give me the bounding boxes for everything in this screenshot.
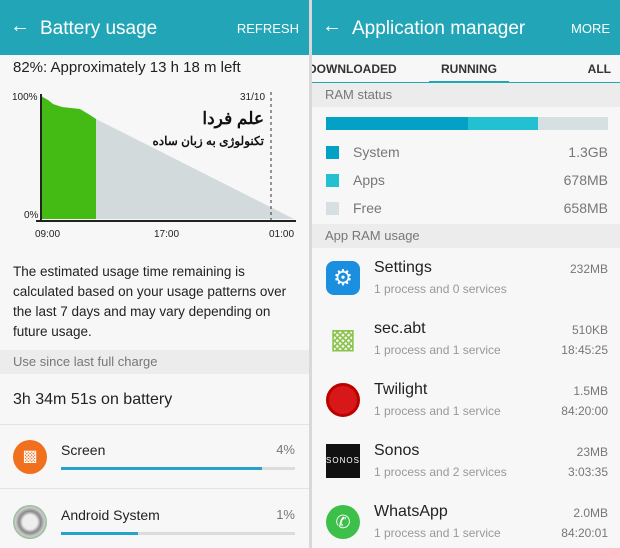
- tab-bar: DOWNLOADED RUNNING ALL: [312, 55, 620, 83]
- used-area: [41, 96, 96, 219]
- whatsapp-phone-icon: ✆: [326, 505, 360, 539]
- app-processes: 1 process and 1 service: [374, 404, 501, 418]
- app-uptime: 84:20:00: [561, 404, 608, 418]
- tab-running[interactable]: RUNNING: [429, 62, 509, 83]
- app-uptime: 84:20:01: [561, 526, 608, 540]
- ram-bar: [326, 117, 608, 130]
- page-title: Battery usage: [40, 18, 158, 39]
- item-percent: 4%: [276, 442, 295, 457]
- usage-bar: [61, 532, 295, 535]
- y-top-label: 100%: [12, 92, 38, 103]
- refresh-button[interactable]: REFRESH: [237, 21, 299, 36]
- app-row-twilight[interactable]: Twilight 1 process and 1 service 1.5MB 8…: [312, 371, 620, 432]
- x-tick: 01:00: [269, 229, 294, 240]
- app-size: 510KB: [571, 323, 608, 337]
- x-tick: 09:00: [35, 229, 60, 240]
- ram-legend-apps: Apps 678MB: [326, 170, 608, 192]
- battery-status: 82%: Approximately 13 h 18 m left: [13, 59, 241, 76]
- date-marker: 31/10: [240, 92, 265, 103]
- tab-all[interactable]: ALL: [588, 62, 611, 76]
- settings-gear-icon: ⚙: [326, 261, 360, 295]
- x-tick: 17:00: [154, 229, 179, 240]
- item-name: Screen: [61, 442, 106, 458]
- app-size: 232MB: [569, 262, 608, 276]
- app-name: Twilight: [374, 381, 428, 398]
- app-name: WhatsApp: [374, 503, 448, 520]
- section-header: Use since last full charge: [0, 350, 309, 374]
- item-percent: 1%: [276, 507, 295, 522]
- ram-bar-free: [538, 117, 608, 130]
- y-bottom-label: 0%: [24, 210, 39, 221]
- more-button[interactable]: MORE: [571, 21, 610, 36]
- app-name: Settings: [374, 259, 432, 276]
- android-robot-icon: ▩: [329, 323, 357, 354]
- usage-item-android-system[interactable]: Android System 1%: [0, 488, 309, 548]
- usage-item-screen[interactable]: ▩ Screen 4%: [0, 424, 309, 484]
- app-processes: 1 process and 0 services: [374, 282, 507, 296]
- app-processes: 1 process and 1 service: [374, 343, 501, 357]
- twilight-icon: [326, 383, 360, 417]
- app-size: 1.5MB: [573, 384, 608, 398]
- ram-bar-apps: [467, 117, 539, 130]
- app-processes: 1 process and 2 services: [374, 465, 507, 479]
- ram-status-header: RAM status: [312, 83, 620, 107]
- battery-usage-panel: ← Battery usage REFRESH 82%: Approximate…: [0, 0, 309, 548]
- watermark-title: علم فردا: [202, 109, 264, 129]
- app-size: 2.0MB: [573, 506, 608, 520]
- android-system-icon: [13, 505, 47, 539]
- app-manager-header: ← Application manager MORE: [312, 0, 620, 55]
- app-row-whatsapp[interactable]: ✆ WhatsApp 1 process and 1 service 2.0MB…: [312, 493, 620, 548]
- app-row-sonos[interactable]: SONOS Sonos 1 process and 2 services 23M…: [312, 432, 620, 493]
- app-row-sec-abt[interactable]: ▩ sec.abt 1 process and 1 service 510KB …: [312, 310, 620, 371]
- app-name: sec.abt: [374, 320, 426, 337]
- battery-chart: 100% 0% 31/10 علم فردا تکنولوژی به زبان …: [12, 92, 296, 240]
- sonos-logo-icon: SONOS: [326, 444, 360, 478]
- tab-downloaded[interactable]: DOWNLOADED: [312, 62, 397, 76]
- battery-header: ← Battery usage REFRESH: [0, 0, 309, 55]
- app-uptime: 18:45:25: [561, 343, 608, 357]
- app-uptime: 3:03:35: [567, 465, 608, 479]
- estimate-description: The estimated usage time remaining is ca…: [13, 264, 287, 339]
- ram-bar-system: [326, 117, 468, 130]
- watermark-subtitle: تکنولوژی به زبان ساده: [152, 134, 264, 149]
- screen-icon: ▩: [13, 440, 47, 474]
- app-size: 23MB: [576, 445, 608, 459]
- ram-legend-system: System 1.3GB: [326, 142, 608, 164]
- app-ram-usage-header: App RAM usage: [312, 224, 620, 248]
- item-name: Android System: [61, 507, 160, 523]
- app-row-settings[interactable]: ⚙ Settings 1 process and 0 services 232M…: [312, 249, 620, 310]
- usage-bar: [61, 467, 295, 470]
- app-name: Sonos: [374, 442, 420, 459]
- app-processes: 1 process and 1 service: [374, 526, 501, 540]
- ram-legend-free: Free 658MB: [326, 198, 608, 220]
- page-title: Application manager: [352, 18, 526, 39]
- back-arrow-icon[interactable]: ←: [10, 15, 30, 38]
- back-arrow-icon[interactable]: ←: [322, 15, 342, 38]
- on-battery-time: 3h 34m 51s on battery: [13, 391, 173, 408]
- application-manager-panel: ← Application manager MORE DOWNLOADED RU…: [312, 0, 620, 548]
